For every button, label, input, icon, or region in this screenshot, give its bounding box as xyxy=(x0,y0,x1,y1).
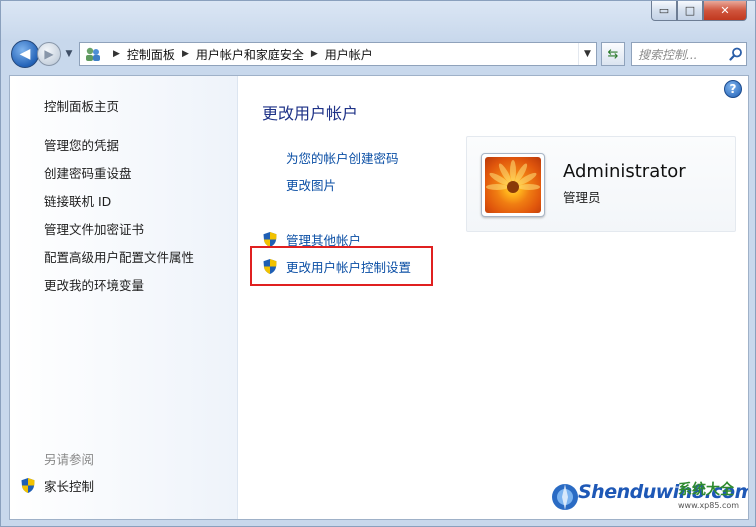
sidebar-item-create-password-reset-disk[interactable]: 创建密码重设盘 xyxy=(44,163,132,182)
watermark-emblem-icon xyxy=(552,484,578,510)
search-icon[interactable] xyxy=(726,47,746,61)
close-icon: ✕ xyxy=(720,4,730,17)
breadcrumb-user-accounts[interactable]: 用户帐户 xyxy=(325,46,373,63)
parental-controls-label: 家长控制 xyxy=(44,479,95,494)
content-area: 控制面板主页 管理您的凭据 创建密码重设盘 链接联机 ID 管理文件加密证书 配… xyxy=(9,75,749,520)
help-icon[interactable]: ? xyxy=(724,80,742,98)
sidebar-item-control-panel-home[interactable]: 控制面板主页 xyxy=(44,96,119,115)
close-button[interactable]: ✕ xyxy=(703,1,747,21)
sidebar-item-link-online-id[interactable]: 链接联机 ID xyxy=(44,191,111,210)
breadcrumb-separator-icon: ▶ xyxy=(181,49,189,59)
watermark-url: www.xp85.com xyxy=(678,501,740,510)
back-button[interactable]: ◀ xyxy=(11,40,39,68)
change-picture-link[interactable]: 更改图片 xyxy=(286,175,336,194)
caption-buttons: ▭ □ ✕ xyxy=(651,1,747,27)
avatar[interactable] xyxy=(481,153,545,217)
maximize-icon: □ xyxy=(684,4,696,17)
chevron-down-icon: ▼ xyxy=(65,49,73,59)
maximize-button[interactable]: □ xyxy=(677,1,703,21)
search-placeholder: 搜索控制... xyxy=(638,47,698,62)
sidebar-item-change-environment-variables[interactable]: 更改我的环境变量 xyxy=(44,275,144,294)
chevron-down-icon: ▼ xyxy=(584,49,591,59)
create-password-link[interactable]: 为您的帐户创建密码 xyxy=(286,148,399,167)
refresh-button[interactable]: ⇆ xyxy=(601,42,625,66)
uac-shield-icon xyxy=(20,477,36,494)
account-name: Administrator xyxy=(563,161,686,182)
flower-picture-icon xyxy=(485,157,541,213)
minimize-icon: ▭ xyxy=(658,4,670,17)
forward-button[interactable]: ▶ xyxy=(37,42,61,66)
address-dropdown[interactable]: ▼ xyxy=(578,43,596,65)
window-frame: ▭ □ ✕ ◀ ▶ ▼ ▶ 控制面板 ▶ 用户帐户和家庭安全 ▶ 用户帐户 ▼ … xyxy=(0,0,756,527)
address-bar[interactable]: ▶ 控制面板 ▶ 用户帐户和家庭安全 ▶ 用户帐户 ▼ xyxy=(79,42,597,66)
watermark-cn: 系统大全 xyxy=(678,482,734,498)
sidebar-item-parental-controls[interactable]: 家长控制 xyxy=(20,476,94,495)
see-also-heading: 另请参阅 xyxy=(44,452,95,467)
account-role: 管理员 xyxy=(563,190,601,205)
arrow-right-icon: ▶ xyxy=(44,47,54,61)
left-pane: 控制面板主页 管理您的凭据 创建密码重设盘 链接联机 ID 管理文件加密证书 配… xyxy=(10,76,238,519)
history-dropdown[interactable]: ▼ xyxy=(63,49,75,59)
breadcrumb-separator-icon: ▶ xyxy=(310,49,318,59)
minimize-button[interactable]: ▭ xyxy=(651,1,677,21)
highlight-annotation xyxy=(250,246,433,286)
search-input[interactable]: 搜索控制... xyxy=(631,42,747,66)
breadcrumb-separator-icon: ▶ xyxy=(113,49,120,59)
sidebar-item-manage-credentials[interactable]: 管理您的凭据 xyxy=(44,135,119,154)
watermark-logo: Shenduwin8.com 系统大全 www.xp85.com xyxy=(550,477,748,517)
sidebar-item-configure-advanced-profile-properties[interactable]: 配置高级用户配置文件属性 xyxy=(44,247,194,266)
breadcrumb-control-panel[interactable]: 控制面板 xyxy=(127,46,175,63)
navigation-bar: ◀ ▶ ▼ ▶ 控制面板 ▶ 用户帐户和家庭安全 ▶ 用户帐户 ▼ ⇆ 搜索控制… xyxy=(11,39,747,69)
refresh-icon: ⇆ xyxy=(607,46,619,62)
sidebar-item-manage-file-encryption-certificates[interactable]: 管理文件加密证书 xyxy=(44,219,144,238)
arrow-left-icon: ◀ xyxy=(19,46,31,62)
control-panel-icon xyxy=(84,46,102,62)
breadcrumb-user-accounts-family-safety[interactable]: 用户帐户和家庭安全 xyxy=(196,46,304,63)
account-card: Administrator 管理员 xyxy=(466,136,736,232)
page-title: 更改用户帐户 xyxy=(262,104,359,123)
